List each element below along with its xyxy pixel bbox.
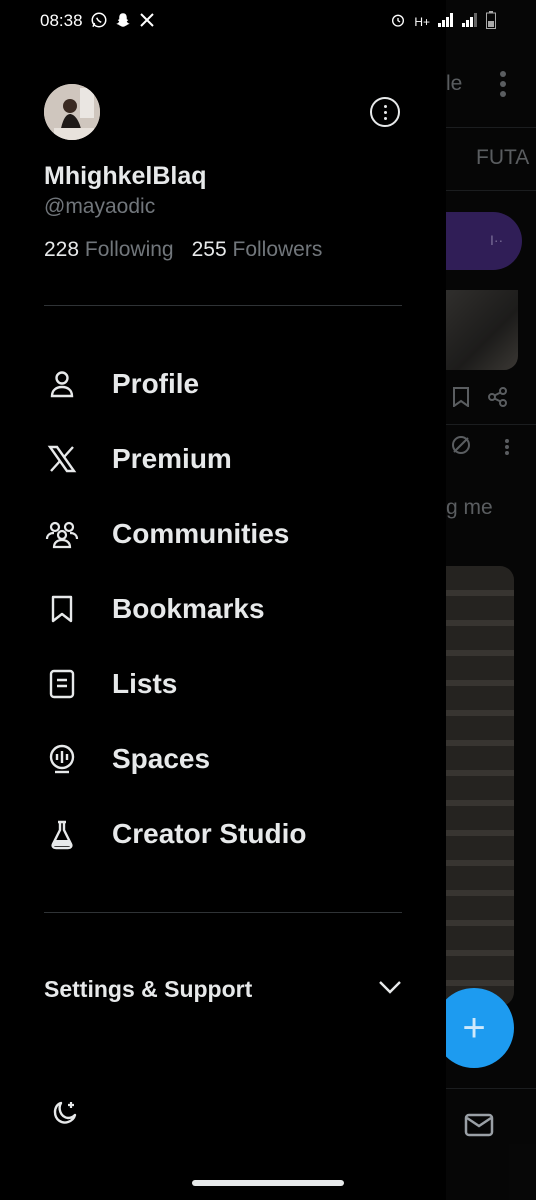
mail-icon[interactable] xyxy=(464,1112,494,1143)
night-mode-button[interactable] xyxy=(44,1096,84,1136)
menu-item-communities[interactable]: Communities xyxy=(44,506,424,562)
list-icon xyxy=(44,666,80,702)
more-options-button[interactable] xyxy=(370,97,400,127)
menu-item-label: Lists xyxy=(112,668,178,699)
home-indicator[interactable] xyxy=(192,1180,344,1186)
menu-item-label: Premium xyxy=(112,443,232,474)
followers-label: Followers xyxy=(232,238,323,261)
display-name[interactable]: MhighkelBlaq xyxy=(44,162,207,191)
moon-sparkle-icon xyxy=(48,1098,80,1135)
avatar[interactable] xyxy=(44,84,100,140)
menu-item-label: Spaces xyxy=(112,743,211,774)
followers-link[interactable]: 255 Followers xyxy=(192,238,323,262)
status-bar: 08:38 H+ xyxy=(0,0,536,44)
flask-icon xyxy=(44,816,80,852)
x-logo-icon xyxy=(44,441,80,477)
settings-support-label: Settings & Support xyxy=(44,975,253,1002)
followers-count: 255 xyxy=(191,238,227,261)
menu-item-profile[interactable]: Profile xyxy=(44,356,424,412)
x-icon xyxy=(138,11,156,29)
menu-item-premium[interactable]: Premium xyxy=(44,431,424,487)
divider xyxy=(44,912,402,913)
following-count: 228 xyxy=(44,238,80,261)
menu-item-label: Profile xyxy=(112,368,200,399)
user-handle: @mayaodic xyxy=(44,195,156,218)
chevron-down-icon xyxy=(378,980,402,999)
whatsapp-icon xyxy=(90,11,108,29)
status-time: 08:38 xyxy=(40,11,83,30)
snapchat-icon xyxy=(114,11,132,29)
menu-item-label: Creator Studio xyxy=(112,818,307,849)
follow-stats: 228 Following 255 Followers xyxy=(44,238,322,262)
communities-icon xyxy=(44,516,80,552)
spaces-icon xyxy=(44,741,80,777)
signal-icon xyxy=(462,13,478,30)
settings-support-toggle[interactable]: Settings & Support xyxy=(44,966,402,1012)
menu-item-label: Communities xyxy=(112,518,290,549)
menu-item-lists[interactable]: Lists xyxy=(44,656,424,712)
person-icon xyxy=(44,366,80,402)
following-link[interactable]: 228 Following xyxy=(44,238,174,262)
menu-item-creator-studio[interactable]: Creator Studio xyxy=(44,806,424,862)
battery-icon xyxy=(486,11,496,32)
signal-icon xyxy=(438,13,454,30)
menu-item-spaces[interactable]: Spaces xyxy=(44,731,424,787)
divider xyxy=(44,305,402,306)
network-type: H+ xyxy=(414,14,430,29)
compose-button[interactable]: + xyxy=(434,988,514,1068)
bookmark-icon xyxy=(44,591,80,627)
following-label: Following xyxy=(84,238,174,261)
alarm-icon xyxy=(390,12,406,31)
menu-item-label: Bookmarks xyxy=(112,593,265,624)
menu-item-bookmarks[interactable]: Bookmarks xyxy=(44,581,424,637)
plus-icon: + xyxy=(462,1005,486,1050)
side-drawer: MhighkelBlaq @mayaodic 228 Following 255… xyxy=(0,0,446,1200)
